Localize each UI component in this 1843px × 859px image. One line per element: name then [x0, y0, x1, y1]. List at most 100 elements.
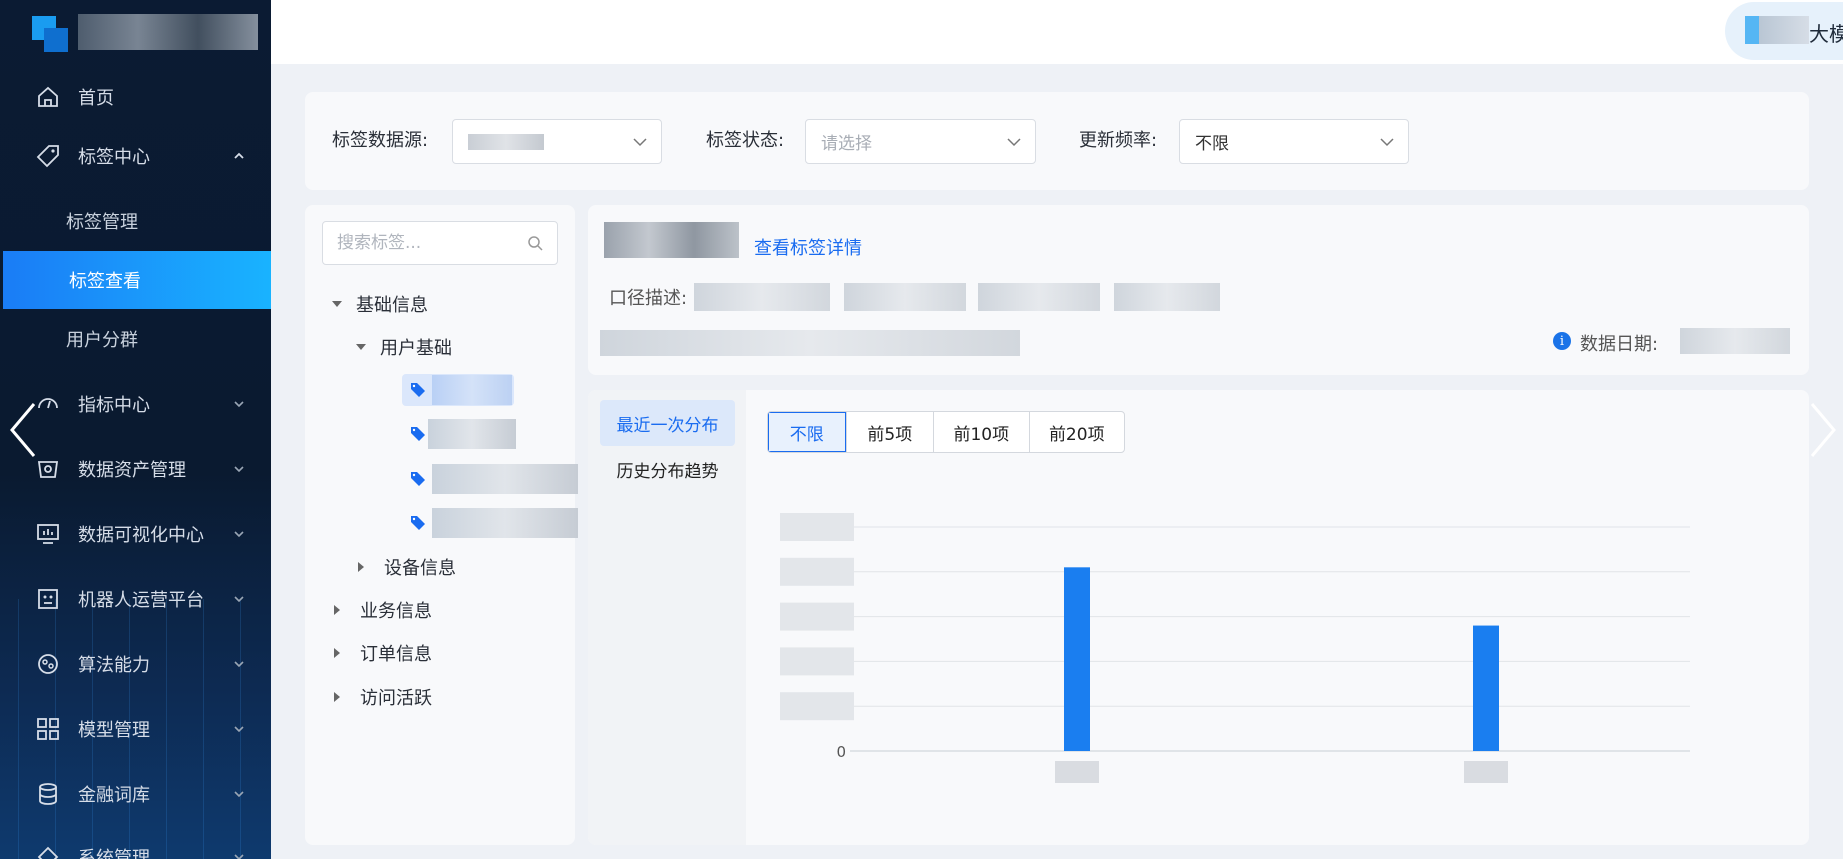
chevron-right-icon[interactable] — [1808, 400, 1838, 460]
tag-title-redacted — [604, 222, 739, 258]
x-tick-label-redacted — [1055, 761, 1099, 783]
menu-label: 首页 — [78, 88, 114, 109]
tree-node-label: 设备信息 — [384, 558, 456, 579]
segment-label: 不限 — [789, 424, 824, 445]
tab-latest-distribution[interactable]: 最近一次分布 — [600, 400, 735, 446]
y-tick-label-redacted — [780, 692, 854, 721]
info-icon: i — [1553, 332, 1571, 350]
tab-history-trend[interactable]: 历史分布趋势 — [600, 446, 735, 492]
chevron-up-icon — [234, 152, 244, 159]
tree-node-label: 订单信息 — [360, 644, 432, 665]
tag-search-box[interactable] — [322, 221, 558, 265]
submenu-label: 用户分群 — [66, 330, 138, 351]
asset-icon — [34, 455, 62, 483]
menu-model-management[interactable]: 模型管理 — [0, 702, 271, 756]
submenu-user-segment[interactable]: 用户分群 — [0, 310, 271, 368]
description-text-redacted — [600, 330, 1020, 356]
tag-search-input[interactable] — [323, 222, 513, 264]
menu-label: 机器人运营平台 — [78, 590, 204, 611]
distribution-bar-chart: 0 — [780, 513, 1690, 783]
view-tag-detail-link[interactable]: 查看标签详情 — [754, 234, 862, 260]
menu-tag-center[interactable]: 标签中心 — [0, 129, 271, 183]
menu-data-visualization[interactable]: 数据可视化中心 — [0, 507, 271, 561]
frequency-label: 更新频率: — [1079, 130, 1158, 151]
chart-bar — [1064, 567, 1090, 751]
menu-metric-center[interactable]: 指标中心 — [0, 377, 271, 431]
description-text-redacted — [1114, 283, 1220, 311]
tree-node-label: 基础信息 — [356, 295, 428, 316]
y-tick-label-redacted — [780, 557, 854, 586]
tree-node-visit-activity[interactable]: 访问活跃 — [334, 684, 432, 710]
tree-node-order-info[interactable]: 订单信息 — [334, 640, 432, 666]
description-text-redacted — [694, 283, 830, 311]
tree-node-device-info[interactable]: 设备信息 — [358, 554, 456, 580]
tree-leaf-tag[interactable] — [402, 418, 516, 450]
database-icon — [34, 780, 62, 808]
frequency-select[interactable]: 不限 — [1179, 119, 1409, 164]
description-text-redacted — [844, 283, 966, 311]
y-tick-label-redacted — [780, 602, 854, 631]
caret-right-icon — [334, 692, 340, 702]
menu-algorithm[interactable]: 算法能力 — [0, 637, 271, 691]
source-label: 标签数据源: — [332, 130, 429, 151]
caret-right-icon — [358, 562, 364, 572]
menu-label: 指标中心 — [78, 395, 150, 416]
y-tick-label-redacted — [780, 513, 854, 541]
menu-data-asset[interactable]: 数据资产管理 — [0, 442, 271, 496]
submenu-tag-management[interactable]: 标签管理 — [0, 192, 271, 250]
chevron-left-icon[interactable] — [8, 400, 38, 460]
model-switch-button[interactable]: 大模型 — [1725, 2, 1843, 60]
menu-home[interactable]: 首页 — [0, 70, 271, 124]
caret-down-icon — [356, 344, 366, 350]
search-icon[interactable] — [527, 235, 543, 251]
tree-leaf-tag[interactable] — [402, 374, 514, 406]
menu-label: 系统管理 — [78, 848, 150, 859]
data-date-value-redacted — [1680, 328, 1790, 354]
submenu-label: 标签管理 — [66, 212, 138, 233]
status-select[interactable]: 请选择 — [805, 119, 1036, 164]
description-text-redacted — [978, 283, 1100, 311]
segment-top10[interactable]: 前10项 — [933, 412, 1028, 452]
tree-node-basic-info[interactable]: 基础信息 — [332, 291, 428, 317]
tree-node-user-basic[interactable]: 用户基础 — [356, 334, 452, 360]
chevron-down-icon — [633, 138, 647, 147]
y-tick-label: 0 — [836, 743, 846, 761]
tag-icon — [411, 516, 425, 530]
gauge-icon — [34, 390, 62, 418]
chevron-down-icon — [1380, 138, 1394, 147]
top-header: 大模型 — [271, 0, 1843, 64]
description-label: 口径描述: — [609, 288, 688, 309]
tree-leaf-tag[interactable] — [402, 463, 578, 495]
data-date-label: 数据日期: — [1580, 334, 1659, 355]
segment-top5[interactable]: 前5项 — [845, 412, 934, 452]
chevron-down-icon — [234, 726, 244, 733]
grid-icon — [34, 715, 62, 743]
chevron-down-icon — [234, 401, 244, 408]
submenu-tag-view[interactable]: 标签查看 — [3, 251, 271, 309]
tree-node-business-info[interactable]: 业务信息 — [334, 597, 432, 623]
menu-system-management[interactable]: 系统管理 — [0, 830, 271, 859]
menu-robot-platform[interactable]: 机器人运营平台 — [0, 572, 271, 626]
source-value-redacted — [468, 133, 544, 150]
tree-leaf-tag[interactable] — [402, 507, 578, 539]
chevron-down-icon — [234, 661, 244, 668]
tag-icon — [411, 383, 425, 397]
model-logo — [1745, 16, 1759, 44]
segment-label: 前20项 — [1048, 424, 1105, 445]
source-select[interactable] — [452, 119, 662, 164]
tab-label: 历史分布趋势 — [616, 461, 719, 482]
status-label: 标签状态: — [706, 130, 785, 151]
segment-top20[interactable]: 前20项 — [1028, 412, 1124, 452]
tag-name-redacted — [432, 375, 512, 405]
app-logo — [18, 6, 271, 58]
menu-label: 金融词库 — [78, 785, 150, 806]
status-placeholder: 请选择 — [821, 134, 872, 154]
chevron-down-icon — [234, 466, 244, 473]
monitor-icon — [34, 520, 62, 548]
caret-right-icon — [334, 605, 340, 615]
segment-label: 前10项 — [953, 424, 1010, 445]
menu-financial-lexicon[interactable]: 金融词库 — [0, 767, 271, 821]
submenu-label: 标签查看 — [69, 271, 141, 292]
chevron-down-icon — [234, 791, 244, 798]
segment-all[interactable]: 不限 — [768, 412, 846, 452]
